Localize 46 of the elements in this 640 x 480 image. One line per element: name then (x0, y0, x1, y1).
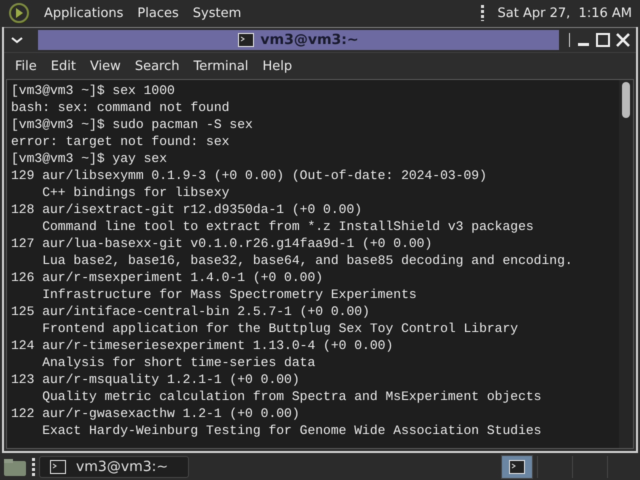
terminal-line: error: target not found: sex (11, 133, 230, 150)
terminal-line: 127 aur/lua-basexx-git v0.1.0.r26.g14faa9d-1 (+0 0.00) (11, 235, 434, 252)
panel-menu[interactable]: Places (137, 6, 179, 20)
terminal-line: Frontend application for the Buttplug Sex Toy Control Library (41, 320, 520, 337)
window-title: vm3@vm3:~ (260, 32, 359, 48)
taskbar-handle[interactable] (32, 458, 35, 476)
menu-item[interactable]: Terminal (186, 58, 256, 74)
menu-item[interactable]: Edit (44, 58, 83, 74)
window-icon (509, 460, 525, 474)
terminal-line: bash: sex: command not found (11, 99, 230, 116)
terminal-line: 128 aur/isextract-git r12.d9350da-1 (+0 0.00) (11, 201, 364, 218)
terminal-line: Exact Hardy-Weinburg Testing for Genome Wide Association Studies (41, 422, 542, 439)
dropdown-icon[interactable] (10, 35, 24, 45)
terminal-line: 125 aur/intiface-central-bin 2.5.7-1 (+0 0.00) (11, 303, 371, 320)
menu-item[interactable]: Help (255, 58, 300, 74)
folder-icon[interactable] (2, 456, 28, 478)
terminal-line: 126 aur/r-msexperiment 1.4.0-1 (+0 0.00) (11, 269, 324, 286)
terminal-line: [vm3@vm3 ~]$ sex 1000 (11, 82, 176, 99)
terminal-line: [vm3@vm3 ~]$ sudo pacman -S sex (11, 116, 254, 133)
menu-item[interactable]: Search (128, 58, 186, 74)
terminal-line: 122 aur/r-gwasexacthw 1.2-1 (+0 0.00) (11, 405, 301, 422)
terminal-line: Lua base2, base16, base32, base64, and base85 decoding and encoding. (41, 252, 574, 269)
panel-menu[interactable]: System (192, 6, 242, 20)
logo-icon[interactable] (8, 2, 30, 24)
terminal-icon (238, 33, 254, 47)
scrollbar-thumb[interactable] (622, 82, 630, 118)
terminal-line: Quality metric calculation from Spectra and MsExperiment objects (41, 388, 542, 405)
terminal-line: Analysis for short time-series data (41, 354, 316, 371)
close-icon[interactable] (616, 33, 630, 47)
terminal-line: 129 aur/libsexymm 0.1.9-3 (+0 0.00) (Out-of-date: 2024-03-09) (11, 167, 488, 184)
scrollbar[interactable] (619, 80, 633, 448)
terminal-icon (50, 460, 66, 474)
menu-item[interactable]: View (82, 58, 128, 74)
clock[interactable]: Sat Apr 27, 1:16 AM (498, 6, 632, 20)
terminal-line: [vm3@vm3 ~]$ yay sex (11, 150, 168, 167)
terminal-line: 123 aur/r-msquality 1.2.1-1 (+0 0.00) (11, 371, 301, 388)
terminal-line: Infrastructure for Mass Spectrometry Experiments (41, 286, 418, 303)
workspace-button[interactable] (501, 455, 533, 479)
task-button[interactable]: vm3@vm3:~ (39, 456, 189, 478)
terminal-line: 124 aur/r-timeseriesexperiment 1.13.0-4 (+0 0.00) (11, 337, 394, 354)
menu-item[interactable]: File (8, 58, 44, 74)
terminal-line: Command line tool to extract from *.z InstallShield v3 packages (41, 218, 535, 235)
panel-handle[interactable] (480, 5, 484, 21)
panel-menu[interactable]: Applications (44, 6, 124, 20)
terminal-line: C++ bindings for libsexy (41, 184, 230, 201)
maximize-icon[interactable] (596, 33, 610, 47)
